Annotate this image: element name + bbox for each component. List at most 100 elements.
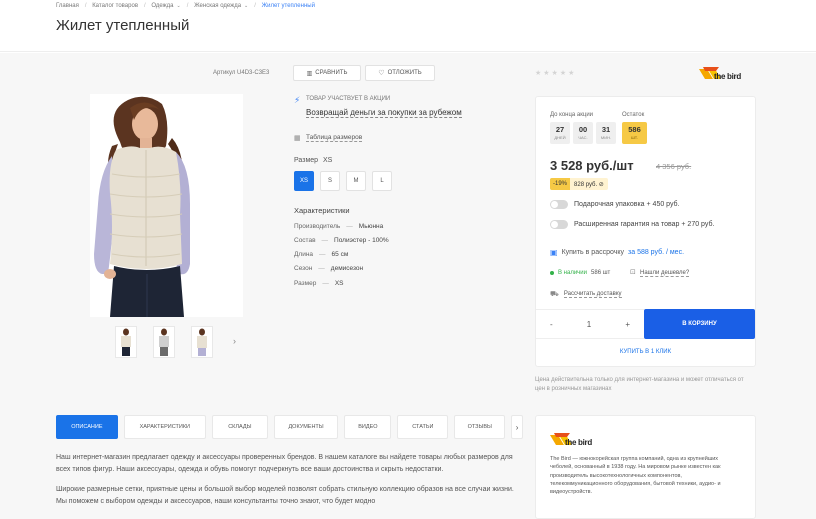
breadcrumb-current: Жилет утепленный — [261, 3, 315, 9]
page-title: Жилет утепленный — [56, 17, 190, 34]
rating-stars[interactable]: ★★★★★ — [535, 69, 576, 77]
size-option-s[interactable]: S — [320, 171, 340, 191]
size-option-m[interactable]: M — [346, 171, 366, 191]
description-paragraph: Широкие размерные сетки, приятные цены и… — [56, 486, 514, 505]
characteristic-value: 65 см — [331, 251, 349, 258]
characteristic-row: Размер — XS — [294, 280, 344, 287]
promo-label: ТОВАР УЧАСТВУЕТ В АКЦИИ — [306, 96, 391, 102]
compare-button[interactable]: ▥ СРАВНИТЬ — [293, 65, 361, 81]
installment-link[interactable]: за 588 руб. / мес. — [628, 249, 684, 256]
tab-warehouses[interactable]: СКЛАДЫ — [211, 415, 268, 439]
stock-value: 586 — [628, 125, 641, 134]
extended-warranty-option[interactable]: Расширенная гарантия на товар + 270 руб. — [550, 220, 714, 229]
characteristic-row: Длина —65 см — [294, 251, 349, 258]
breadcrumb-clothing[interactable]: Одежда — [151, 3, 173, 9]
breadcrumb-catalog[interactable]: Каталог товаров — [92, 3, 138, 9]
breadcrumb-womens[interactable]: Женская одежда — [194, 3, 241, 9]
countdown-timer: 27 ДНЕЙ 00 ЧАС. 31 МИН. — [550, 122, 616, 144]
thumbnail-2[interactable] — [153, 326, 175, 358]
page-header: Главная / Каталог товаров / Одежда ⌄ / Женск… — [0, 0, 816, 52]
product-tabs: ОПИСАНИЕ ХАРАКТЕРИСТИКИ СКЛАДЫ ДОКУМЕНТЫ… — [56, 415, 523, 439]
tab-documents[interactable]: ДОКУМЕНТЫ — [273, 415, 339, 439]
product-photo[interactable] — [90, 94, 243, 317]
size-label-text: Размер — [294, 157, 319, 164]
characteristic-name: Размер — [294, 280, 317, 287]
availability-label: В наличии — [558, 270, 588, 276]
characteristic-name: Сезон — [294, 265, 313, 272]
gift-packaging-option[interactable]: Подарочная упаковка + 450 руб. — [550, 200, 680, 209]
tab-reviews[interactable]: ОТЗЫВЫ — [454, 415, 506, 439]
compare-label: СРАВНИТЬ — [315, 70, 348, 76]
stock-count: 586 ШТ. — [622, 122, 647, 144]
gift-packaging-toggle[interactable] — [550, 200, 568, 209]
quantity-input[interactable]: 1 — [587, 320, 591, 329]
installment-row: ▣ Купить в рассрочку за 588 руб. / мес. — [550, 248, 684, 257]
price-tag-icon: ⊡ — [630, 269, 636, 276]
tab-description[interactable]: ОПИСАНИЕ — [56, 415, 118, 439]
characteristic-value: демисезон — [330, 265, 364, 272]
price-note: Цена действительна только для интернет-м… — [535, 377, 744, 392]
breadcrumb: Главная / Каталог товаров / Одежда ⌄ / Женск… — [56, 3, 315, 9]
size-table-link[interactable]: Таблица размеров — [306, 134, 363, 142]
brand-card-logo[interactable]: the bird — [550, 432, 592, 448]
product-model-image — [90, 94, 243, 317]
countdown-unit: ДНЕЙ — [554, 135, 566, 140]
size-option-xs[interactable]: XS — [294, 171, 314, 191]
thumbnail-strip — [115, 326, 213, 358]
thumbnail-image — [197, 328, 207, 356]
stock-label: Остаток — [622, 112, 645, 118]
availability-count: 586 шт — [591, 270, 611, 276]
extended-warranty-toggle[interactable] — [550, 220, 568, 229]
chevron-down-icon[interactable]: ⌄ — [177, 3, 181, 9]
characteristic-value: Полиэстер - 100% — [334, 237, 389, 244]
countdown-value: 00 — [578, 125, 588, 134]
chevron-right-icon[interactable]: › — [511, 415, 523, 439]
discount-percent: -19% — [550, 178, 571, 190]
extended-warranty-label: Расширенная гарантия на товар + 270 руб. — [574, 221, 715, 228]
thumbnail-3[interactable] — [191, 326, 213, 358]
characteristic-row: Сезон — демисезон — [294, 265, 364, 272]
characteristic-name: Состав — [294, 237, 316, 244]
delivery-calc-link[interactable]: Рассчитать доставку — [563, 291, 622, 298]
promo-link[interactable]: Возвращай деньги за покупки за рубежом — [306, 108, 462, 118]
add-to-cart-button[interactable]: В КОРЗИНУ — [644, 309, 755, 339]
brand-card: the bird The Bird — южнокорейская группа… — [535, 415, 756, 519]
buy-box: До конца акции Остаток 27 ДНЕЙ 00 ЧАС. 31 М… — [535, 96, 756, 367]
chevron-down-icon[interactable]: ⌄ — [244, 3, 248, 9]
brand-description: The Bird — южнокорейская группа компаний… — [550, 456, 721, 496]
product-description: Наш интернет-магазин предлагает одежду и… — [56, 452, 521, 516]
characteristics-title: Характеристики — [294, 206, 350, 215]
delivery-row: ⛟ Рассчитать доставку — [550, 290, 622, 299]
old-price: 4 356 руб. — [656, 162, 692, 171]
tab-articles[interactable]: СТАТЬИ — [397, 415, 449, 439]
countdown-unit: МИН. — [600, 135, 612, 140]
compare-icon: ▥ — [306, 70, 313, 77]
tab-characteristics[interactable]: ХАРАКТЕРИСТИКИ — [123, 415, 206, 439]
breadcrumb-home[interactable]: Главная — [56, 3, 79, 9]
buy-one-click-link[interactable]: КУПИТЬ В 1 КЛИК — [536, 349, 755, 355]
discount-savings: 828 руб. ⊘ — [574, 181, 604, 188]
found-cheaper-link[interactable]: Нашли дешевле? — [640, 270, 690, 277]
postpone-button[interactable]: ♡ ОТЛОЖИТЬ — [365, 65, 435, 81]
quantity-stepper: - 1 + — [536, 309, 644, 339]
countdown-minutes: 31 МИН. — [596, 122, 616, 144]
countdown-days: 27 ДНЕЙ — [550, 122, 570, 144]
quantity-minus-button[interactable]: - — [550, 320, 553, 329]
characteristic-name: Производитель — [294, 223, 341, 230]
countdown-value: 27 — [555, 125, 565, 134]
size-options: XS S M L — [294, 171, 392, 191]
credit-card-icon: ▣ — [550, 248, 558, 257]
size-label: Размер XS — [294, 157, 332, 164]
quantity-plus-button[interactable]: + — [625, 320, 630, 329]
characteristic-value: XS — [334, 280, 344, 287]
thumbnail-1[interactable] — [115, 326, 137, 358]
size-option-l[interactable]: L — [372, 171, 392, 191]
brand-logo[interactable]: the bird — [699, 66, 741, 82]
countdown-hours: 00 ЧАС. — [573, 122, 593, 144]
brand-logo-text: the bird — [565, 438, 592, 447]
characteristic-value: Мьюнна — [358, 223, 384, 230]
chevron-right-icon[interactable]: › — [233, 336, 236, 346]
tab-video[interactable]: ВИДЕО — [344, 415, 392, 439]
brand-logo-text: the bird — [714, 72, 741, 81]
countdown-value: 31 — [601, 125, 611, 134]
